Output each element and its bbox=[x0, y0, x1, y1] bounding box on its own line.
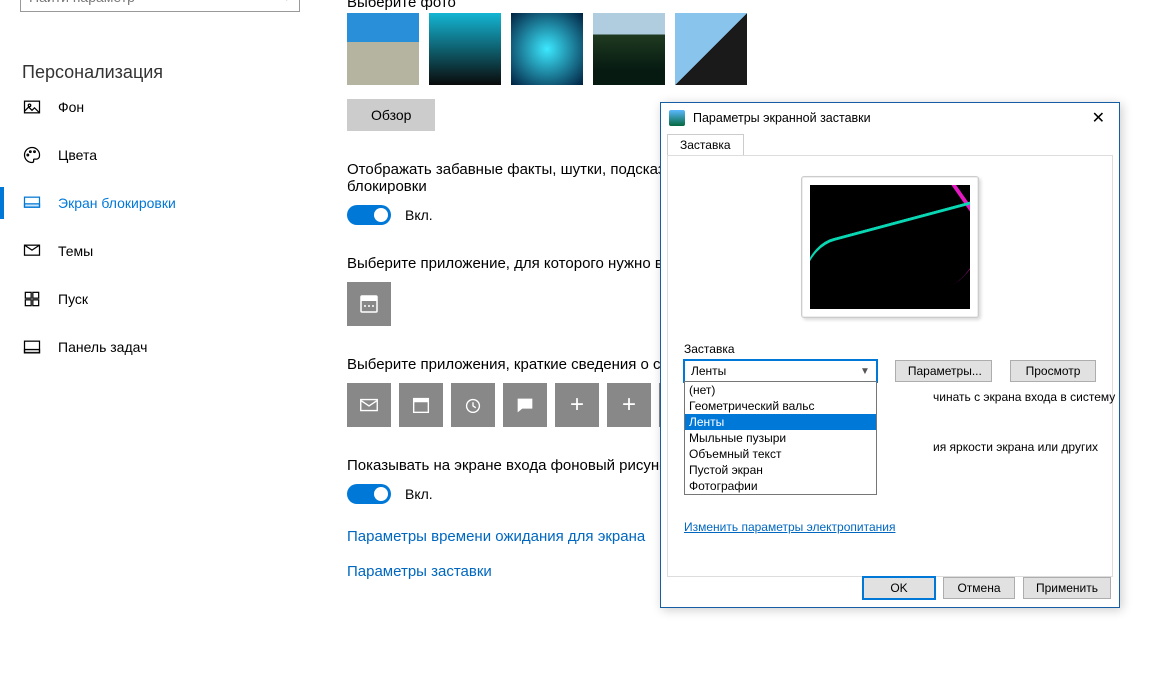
sidebar-item-label: Панель задач bbox=[58, 339, 147, 355]
screensaver-dialog: Параметры экранной заставки ✕ Заставка З… bbox=[660, 102, 1120, 608]
bg-thumbnail[interactable] bbox=[593, 13, 665, 85]
cancel-button[interactable]: Отмена bbox=[943, 577, 1015, 599]
detailed-status-app-tile[interactable] bbox=[347, 282, 391, 326]
sidebar-item-start[interactable]: Пуск bbox=[20, 275, 300, 323]
toggle-on-label: Вкл. bbox=[405, 207, 433, 223]
dialog-title-text: Параметры экранной заставки bbox=[693, 111, 871, 125]
quick-app-calendar[interactable] bbox=[399, 383, 443, 427]
choose-photo-label: Выберите фото bbox=[347, 0, 997, 11]
ok-button[interactable]: OK bbox=[863, 577, 935, 599]
screensaver-option[interactable]: Объемный текст bbox=[685, 446, 876, 462]
show-bg-toggle[interactable] bbox=[347, 484, 391, 504]
sidebar-category-title: Персонализация bbox=[20, 62, 300, 83]
resume-login-text-fragment: чинать с экрана входа в систему bbox=[933, 390, 1115, 404]
start-icon bbox=[22, 289, 42, 309]
bg-thumbnail[interactable] bbox=[511, 13, 583, 85]
tab-screensaver[interactable]: Заставка bbox=[667, 134, 744, 156]
quick-app-add[interactable]: + bbox=[607, 383, 651, 427]
quick-app-add[interactable]: + bbox=[555, 383, 599, 427]
close-icon[interactable]: ✕ bbox=[1086, 108, 1111, 128]
apply-button[interactable]: Применить bbox=[1023, 577, 1111, 599]
screensaver-dialog-icon bbox=[669, 110, 685, 126]
dialog-titlebar: Параметры экранной заставки ✕ bbox=[661, 103, 1119, 133]
background-thumbnails bbox=[347, 13, 997, 85]
lockscreen-icon bbox=[22, 193, 42, 213]
toggle-on-label: Вкл. bbox=[405, 486, 433, 502]
quick-app-alarm[interactable] bbox=[451, 383, 495, 427]
palette-icon bbox=[22, 145, 42, 165]
search-placeholder: Найти параметр bbox=[29, 0, 135, 5]
search-input[interactable]: Найти параметр ➜ bbox=[20, 0, 300, 12]
sidebar-item-themes[interactable]: Темы bbox=[20, 227, 300, 275]
screensaver-option-selected[interactable]: Ленты bbox=[685, 414, 876, 430]
settings-sidebar: Найти параметр ➜ Персонализация Фон Цвет… bbox=[0, 0, 320, 371]
screensaver-option[interactable]: Мыльные пузыри bbox=[685, 430, 876, 446]
screensaver-option[interactable]: Геометрический вальс bbox=[685, 398, 876, 414]
bg-thumbnail[interactable] bbox=[675, 13, 747, 85]
sidebar-item-taskbar[interactable]: Панель задач bbox=[20, 323, 300, 371]
quick-app-messaging[interactable] bbox=[503, 383, 547, 427]
sidebar-item-label: Фон bbox=[58, 99, 84, 115]
screensaver-option[interactable]: (нет) bbox=[685, 382, 876, 398]
sidebar-item-label: Цвета bbox=[58, 147, 97, 163]
screensaver-preview-monitor bbox=[801, 176, 979, 318]
screensaver-group-label: Заставка bbox=[684, 342, 1096, 356]
sidebar-item-colors[interactable]: Цвета bbox=[20, 131, 300, 179]
screensaver-preview-button[interactable]: Просмотр bbox=[1010, 360, 1096, 382]
fun-facts-toggle[interactable] bbox=[347, 205, 391, 225]
dialog-body: Заставка Ленты ▼ (нет) Геометрический ва… bbox=[667, 155, 1113, 577]
bg-thumbnail[interactable] bbox=[347, 13, 419, 85]
picture-icon bbox=[22, 97, 42, 117]
taskbar-icon bbox=[22, 337, 42, 357]
bg-thumbnail[interactable] bbox=[429, 13, 501, 85]
sidebar-item-lockscreen[interactable]: Экран блокировки bbox=[20, 179, 300, 227]
dialog-action-buttons: OK Отмена Применить bbox=[863, 577, 1111, 599]
browse-button[interactable]: Обзор bbox=[347, 99, 435, 131]
sidebar-item-label: Экран блокировки bbox=[58, 195, 176, 211]
screensaver-combobox[interactable]: Ленты ▼ (нет) Геометрический вальс Ленты… bbox=[684, 360, 877, 382]
sidebar-item-label: Темы bbox=[58, 243, 93, 259]
screensaver-dropdown: (нет) Геометрический вальс Ленты Мыльные… bbox=[684, 381, 877, 495]
chevron-down-icon: ▼ bbox=[860, 366, 870, 377]
dialog-tabs: Заставка bbox=[661, 133, 1119, 155]
sidebar-item-background[interactable]: Фон bbox=[20, 83, 300, 131]
sidebar-item-label: Пуск bbox=[58, 291, 88, 307]
change-power-settings-link[interactable]: Изменить параметры электропитания bbox=[684, 520, 895, 534]
themes-icon bbox=[22, 241, 42, 261]
combobox-selected: Ленты bbox=[691, 364, 726, 378]
screensaver-option[interactable]: Фотографии bbox=[685, 478, 876, 494]
screensaver-option[interactable]: Пустой экран bbox=[685, 462, 876, 478]
power-note-text-fragment: ия яркости экрана или других bbox=[933, 440, 1098, 456]
search-arrow-icon: ➜ bbox=[280, 0, 291, 5]
quick-app-mail[interactable] bbox=[347, 383, 391, 427]
screensaver-settings-button[interactable]: Параметры... bbox=[895, 360, 992, 382]
